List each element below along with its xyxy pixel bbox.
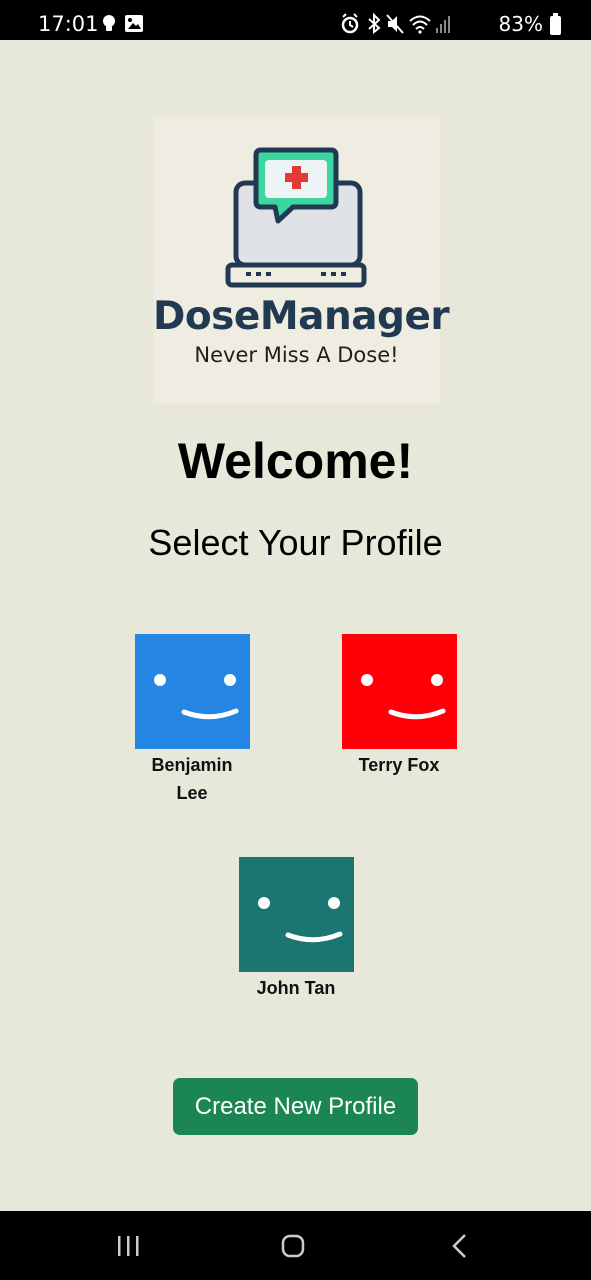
- battery-icon: [550, 13, 561, 35]
- bluetooth-icon: [367, 12, 381, 35]
- smiley-face-icon[interactable]: [341, 634, 457, 749]
- wifi-icon: [408, 15, 431, 34]
- battery-percent: 83%: [498, 12, 543, 36]
- recent-apps-button[interactable]: [111, 1229, 145, 1263]
- status-bar: 17:01 83%: [0, 0, 591, 40]
- welcome-heading: Welcome!: [177, 433, 414, 489]
- logo-tagline: Never Miss A Dose!: [194, 343, 399, 367]
- status-time: 17:01: [38, 12, 99, 36]
- mute-icon: [385, 14, 404, 34]
- profile-benjamin-lee[interactable]: Benjamin Lee: [112, 634, 272, 807]
- status-right: 83%: [340, 11, 561, 37]
- back-button[interactable]: [443, 1229, 477, 1263]
- navigation-bar: [0, 1211, 591, 1280]
- profile-name[interactable]: Terry Fox: [319, 751, 479, 779]
- create-new-profile-button[interactable]: Create New Profile: [173, 1078, 418, 1135]
- select-profile-title: Select Your Profile: [148, 522, 443, 563]
- lightbulb-icon: [103, 15, 115, 31]
- recent-apps-icon[interactable]: [111, 1229, 145, 1263]
- back-icon[interactable]: [443, 1229, 477, 1263]
- profile-terry-fox[interactable]: Terry Fox: [319, 634, 479, 779]
- signal-icon: [435, 16, 450, 33]
- alarm-icon: [341, 13, 358, 34]
- image-icon: [125, 15, 143, 32]
- profile-name[interactable]: John Tan: [216, 974, 376, 1002]
- smiley-face-icon[interactable]: [134, 634, 250, 749]
- profile-name[interactable]: Benjamin Lee: [142, 751, 242, 807]
- app-logo: DoseManager Never Miss A Dose!: [153, 117, 450, 404]
- status-left-icons: [100, 12, 160, 36]
- smiley-face-icon[interactable]: [238, 857, 354, 972]
- profile-john-tan[interactable]: John Tan: [216, 857, 376, 1002]
- home-icon[interactable]: [276, 1229, 310, 1263]
- home-button[interactable]: [276, 1229, 310, 1263]
- logo-name: DoseManager: [153, 294, 450, 339]
